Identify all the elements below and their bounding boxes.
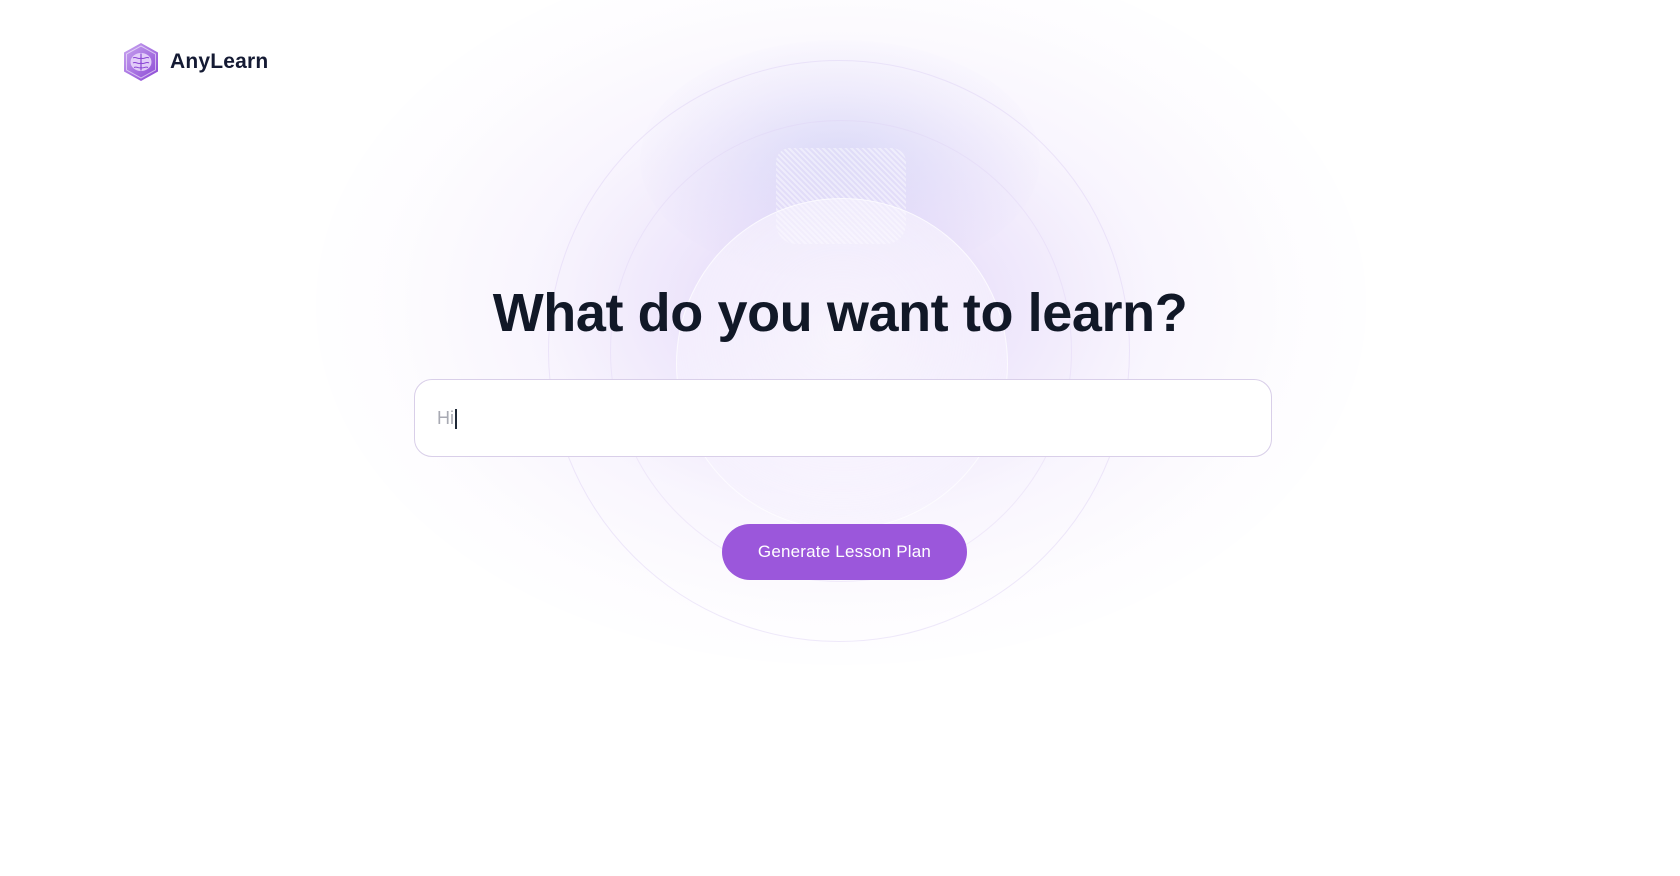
brand-header[interactable]: AnyLearn <box>121 42 268 82</box>
generate-lesson-plan-button[interactable]: Generate Lesson Plan <box>722 524 967 580</box>
page-title: What do you want to learn? <box>492 283 1188 343</box>
brand-name: AnyLearn <box>170 50 269 73</box>
topic-input-container <box>414 379 1272 457</box>
brain-hexagon-icon <box>124 43 158 81</box>
text-caret <box>455 409 457 429</box>
topic-input[interactable] <box>437 407 1249 429</box>
background-orb <box>676 198 1008 530</box>
